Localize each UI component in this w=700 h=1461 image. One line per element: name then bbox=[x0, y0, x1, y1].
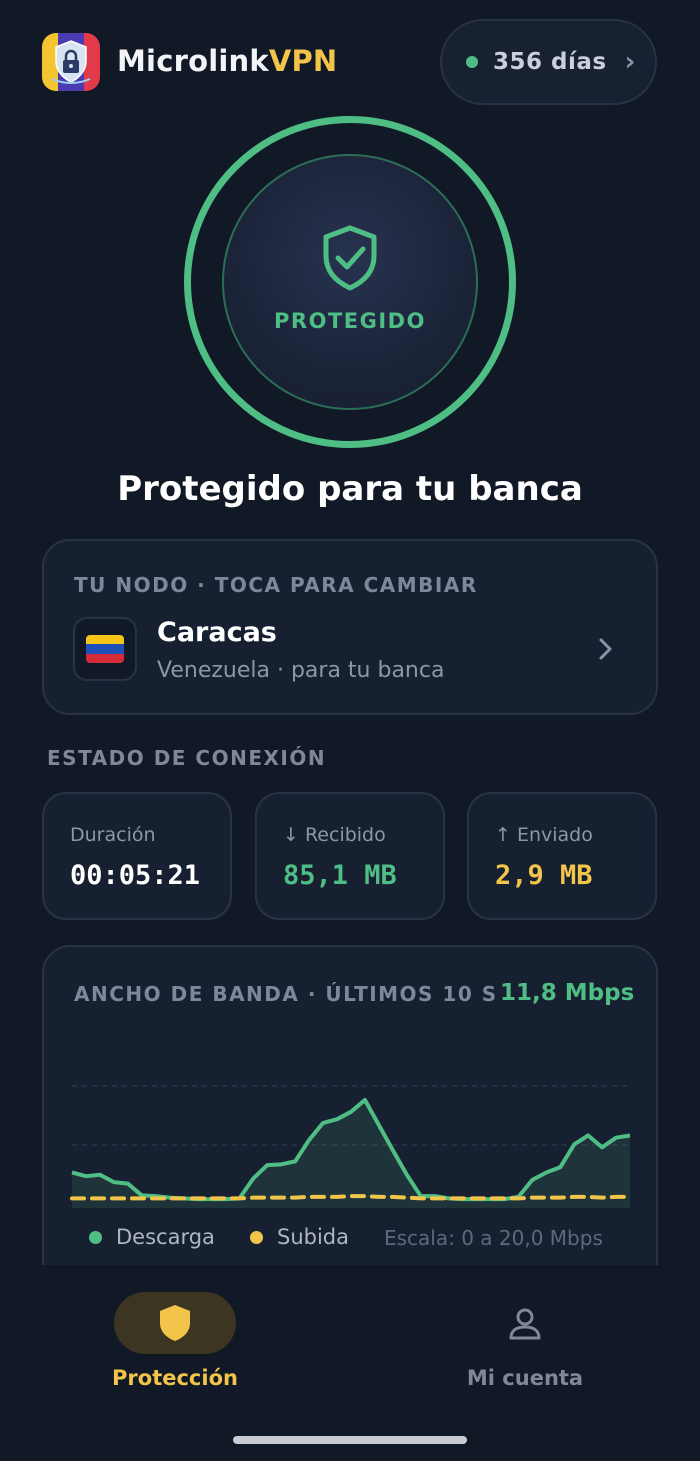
shield-icon bbox=[160, 1305, 190, 1341]
days-label: 356 días bbox=[493, 49, 607, 75]
legend-download-label: Descarga bbox=[116, 1225, 215, 1249]
status-dot bbox=[466, 56, 478, 68]
brand-accent: VPN bbox=[268, 44, 338, 78]
chevron-right-icon: › bbox=[624, 47, 636, 77]
received-stat-card: ↓ Recibido 85,1 MB bbox=[255, 792, 445, 920]
upload-dot bbox=[250, 1230, 263, 1244]
node-caption: TU NODO · TOCA PARA CAMBIAR bbox=[74, 573, 478, 597]
received-value: 85,1 MB bbox=[283, 860, 397, 891]
received-label: ↓ Recibido bbox=[283, 824, 386, 846]
download-dot bbox=[89, 1230, 102, 1244]
node-city: Caracas bbox=[157, 617, 277, 648]
home-indicator bbox=[233, 1436, 467, 1444]
venezuela-flag-icon bbox=[86, 635, 124, 663]
subscription-days-button[interactable]: 356 días › bbox=[440, 19, 657, 105]
sent-label: ↑ Enviado bbox=[495, 824, 593, 846]
bandwidth-current-rate: 11,8 Mbps bbox=[500, 980, 635, 1006]
nav-label-proteccion[interactable]: Protección bbox=[95, 1366, 255, 1390]
nav-item-proteccion[interactable] bbox=[114, 1292, 236, 1354]
bandwidth-caption: ANCHO DE BANDA · ÚLTIMOS 10 S bbox=[74, 982, 498, 1006]
legend-upload: Subida bbox=[250, 1225, 349, 1249]
connection-status-label: PROTEGIDO bbox=[274, 309, 426, 333]
sent-stat-card: ↑ Enviado 2,9 MB bbox=[467, 792, 657, 920]
duration-stat-card: Duración 00:05:21 bbox=[42, 792, 232, 920]
chart-scale-label: Escala: 0 a 20,0 Mbps bbox=[384, 1226, 603, 1250]
padlock-shield-icon bbox=[51, 40, 91, 84]
user-icon[interactable] bbox=[505, 1304, 545, 1344]
legend-download: Descarga bbox=[89, 1225, 215, 1249]
node-subtitle: Venezuela · para tu banca bbox=[157, 658, 445, 683]
app-brand: MicrolinkVPN bbox=[117, 44, 337, 78]
bottom-nav bbox=[0, 1265, 700, 1461]
download-area bbox=[72, 1099, 630, 1208]
sent-value: 2,9 MB bbox=[495, 860, 593, 891]
shield-check-icon bbox=[323, 225, 377, 291]
node-flag bbox=[73, 617, 137, 681]
page-headline: Protegido para tu banca bbox=[117, 469, 583, 509]
brand-primary: Microlink bbox=[117, 44, 269, 78]
duration-label: Duración bbox=[70, 824, 156, 846]
connection-status-title: ESTADO DE CONEXIÓN bbox=[47, 746, 327, 770]
nav-label-mi-cuenta[interactable]: Mi cuenta bbox=[445, 1366, 605, 1390]
chevron-right-icon bbox=[599, 638, 612, 660]
legend-upload-label: Subida bbox=[277, 1225, 350, 1249]
app-logo bbox=[42, 33, 100, 91]
bandwidth-chart bbox=[70, 1085, 632, 1208]
duration-value: 00:05:21 bbox=[70, 860, 201, 891]
